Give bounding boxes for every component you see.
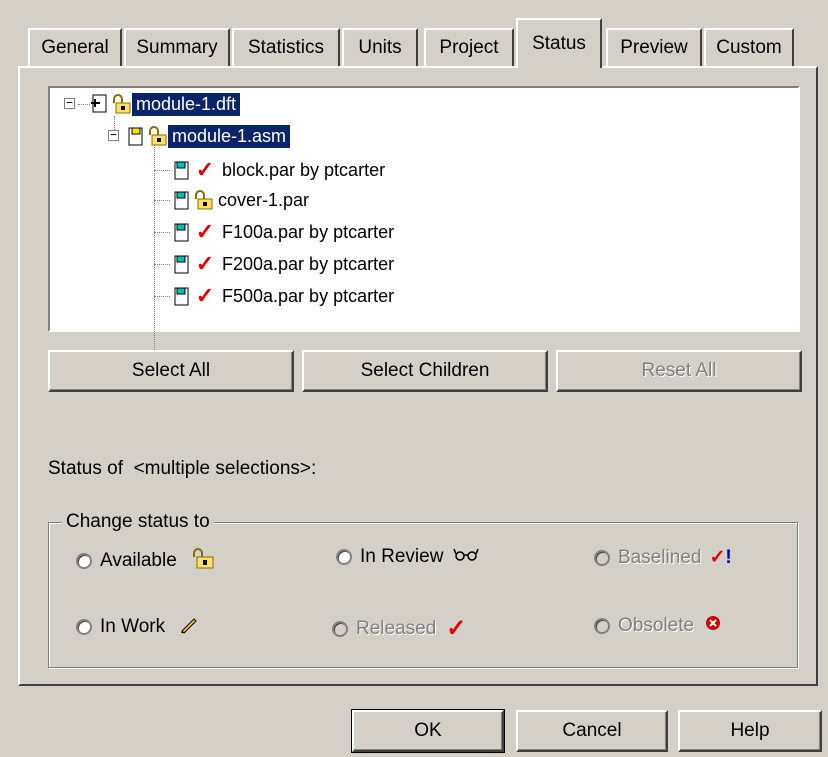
check-exclaim-icon: ✓! bbox=[709, 547, 732, 568]
radio-in-review[interactable]: In Review bbox=[336, 546, 480, 568]
check-icon: ✓ bbox=[195, 283, 215, 308]
tab-label: Custom bbox=[716, 37, 782, 58]
obsolete-x-icon bbox=[704, 614, 722, 638]
button-label: Cancel bbox=[562, 720, 622, 741]
radio-circle[interactable] bbox=[336, 549, 352, 565]
tab-units[interactable]: Units bbox=[342, 28, 418, 66]
tab-project[interactable]: Project bbox=[424, 28, 514, 66]
button-label: Reset All bbox=[641, 360, 717, 381]
part-icon bbox=[172, 221, 192, 243]
status-of-value: <multiple selections>: bbox=[133, 458, 317, 479]
radio-released[interactable]: Released ✓ bbox=[332, 614, 466, 643]
status-of-line: Status of <multiple selections>: bbox=[48, 458, 316, 480]
glasses-icon bbox=[453, 546, 480, 568]
tree-line bbox=[154, 232, 170, 233]
tree-item-root[interactable]: module-1.dft bbox=[90, 90, 241, 118]
tree-item-label: module-1.dft bbox=[132, 92, 241, 116]
pencil-icon bbox=[179, 614, 199, 640]
tree-item-child[interactable]: ✓ F500a.par by ptcarter bbox=[172, 282, 398, 310]
tree-line bbox=[154, 264, 170, 265]
radio-label: Released bbox=[356, 617, 437, 639]
tree-item-child[interactable]: cover-1.par bbox=[172, 186, 313, 214]
tree-line bbox=[154, 296, 170, 297]
draft-icon bbox=[90, 93, 110, 115]
tree-line bbox=[154, 142, 155, 350]
radio-in-work[interactable]: In Work bbox=[76, 614, 199, 640]
radio-circle[interactable] bbox=[332, 620, 348, 637]
tab-summary[interactable]: Summary bbox=[124, 28, 230, 66]
part-icon bbox=[172, 189, 192, 211]
tree-item-label: F500a.par by ptcarter bbox=[222, 285, 395, 306]
radio-baselined[interactable]: Baselined ✓! bbox=[594, 546, 732, 569]
tree-item-label: cover-1.par bbox=[218, 189, 310, 210]
document-tree[interactable]: − module-1.dft − module-1.asm ✓ block.pa… bbox=[48, 86, 800, 350]
lock-icon bbox=[189, 546, 215, 576]
collapse-toggle[interactable]: − bbox=[64, 97, 75, 109]
select-children-button[interactable]: Select Children bbox=[302, 350, 548, 392]
tab-label: Project bbox=[439, 37, 499, 58]
button-label: OK bbox=[414, 720, 442, 741]
tree-item-child[interactable]: ✓ block.par by ptcarter bbox=[172, 156, 389, 184]
radio-label: Available bbox=[100, 550, 177, 571]
tab-label: Summary bbox=[136, 37, 218, 58]
tree-line bbox=[154, 200, 170, 201]
tab-statistics[interactable]: Statistics bbox=[232, 28, 340, 66]
lock-icon bbox=[146, 125, 168, 147]
part-icon bbox=[172, 253, 192, 275]
tab-preview[interactable]: Preview bbox=[606, 28, 702, 66]
change-status-legend: Change status to bbox=[62, 511, 214, 533]
lock-icon bbox=[192, 189, 214, 211]
assembly-icon bbox=[126, 125, 146, 147]
tab-label: Status bbox=[532, 33, 586, 54]
check-icon: ✓ bbox=[195, 219, 215, 244]
tree-item-label: F100a.par by ptcarter bbox=[222, 221, 395, 242]
radio-label: In Work bbox=[100, 616, 166, 637]
change-status-group bbox=[48, 522, 798, 668]
button-label: Select Children bbox=[360, 360, 490, 381]
cancel-button[interactable]: Cancel bbox=[516, 710, 668, 752]
tree-item-label: F200a.par by ptcarter bbox=[222, 253, 395, 274]
radio-label: Obsolete bbox=[618, 615, 695, 636]
radio-circle[interactable] bbox=[76, 553, 92, 569]
ok-button[interactable]: OK bbox=[351, 709, 505, 753]
tree-item-label: module-1.asm bbox=[168, 124, 291, 148]
radio-available[interactable]: Available bbox=[76, 546, 215, 576]
select-all-button[interactable]: Select All bbox=[48, 350, 294, 392]
radio-label: In Review bbox=[360, 546, 444, 567]
tab-status[interactable]: Status bbox=[516, 18, 602, 68]
tree-line bbox=[154, 170, 170, 171]
tab-label: Preview bbox=[620, 37, 688, 58]
reset-all-button[interactable]: Reset All bbox=[556, 350, 802, 392]
status-of-label: Status of bbox=[48, 458, 123, 479]
part-icon bbox=[172, 285, 192, 307]
tab-label: Units bbox=[358, 37, 402, 58]
help-button[interactable]: Help bbox=[678, 710, 822, 752]
radio-circle[interactable] bbox=[76, 619, 92, 635]
radio-circle[interactable] bbox=[594, 618, 610, 634]
check-icon: ✓ bbox=[195, 251, 215, 276]
radio-label: Baselined bbox=[618, 546, 702, 568]
check-icon: ✓ bbox=[195, 157, 215, 182]
tree-item-child[interactable]: ✓ F200a.par by ptcarter bbox=[172, 250, 398, 278]
collapse-toggle[interactable]: − bbox=[108, 129, 119, 141]
tab-general[interactable]: General bbox=[28, 28, 122, 66]
tree-item-child[interactable]: ✓ F100a.par by ptcarter bbox=[172, 218, 398, 246]
tab-label: General bbox=[41, 37, 109, 58]
part-icon bbox=[172, 159, 192, 181]
tree-line bbox=[78, 104, 90, 105]
lock-icon bbox=[110, 93, 132, 115]
radio-circle[interactable] bbox=[594, 549, 610, 566]
tree-item-assembly[interactable]: module-1.asm bbox=[126, 122, 291, 150]
button-label: Select All bbox=[131, 360, 211, 381]
radio-obsolete[interactable]: Obsolete bbox=[594, 614, 722, 638]
tree-item-label: block.par by ptcarter bbox=[222, 159, 386, 180]
check-icon: ✓ bbox=[446, 615, 467, 642]
tab-label: Statistics bbox=[247, 37, 325, 58]
button-label: Help bbox=[730, 720, 770, 741]
tab-custom[interactable]: Custom bbox=[704, 28, 794, 66]
